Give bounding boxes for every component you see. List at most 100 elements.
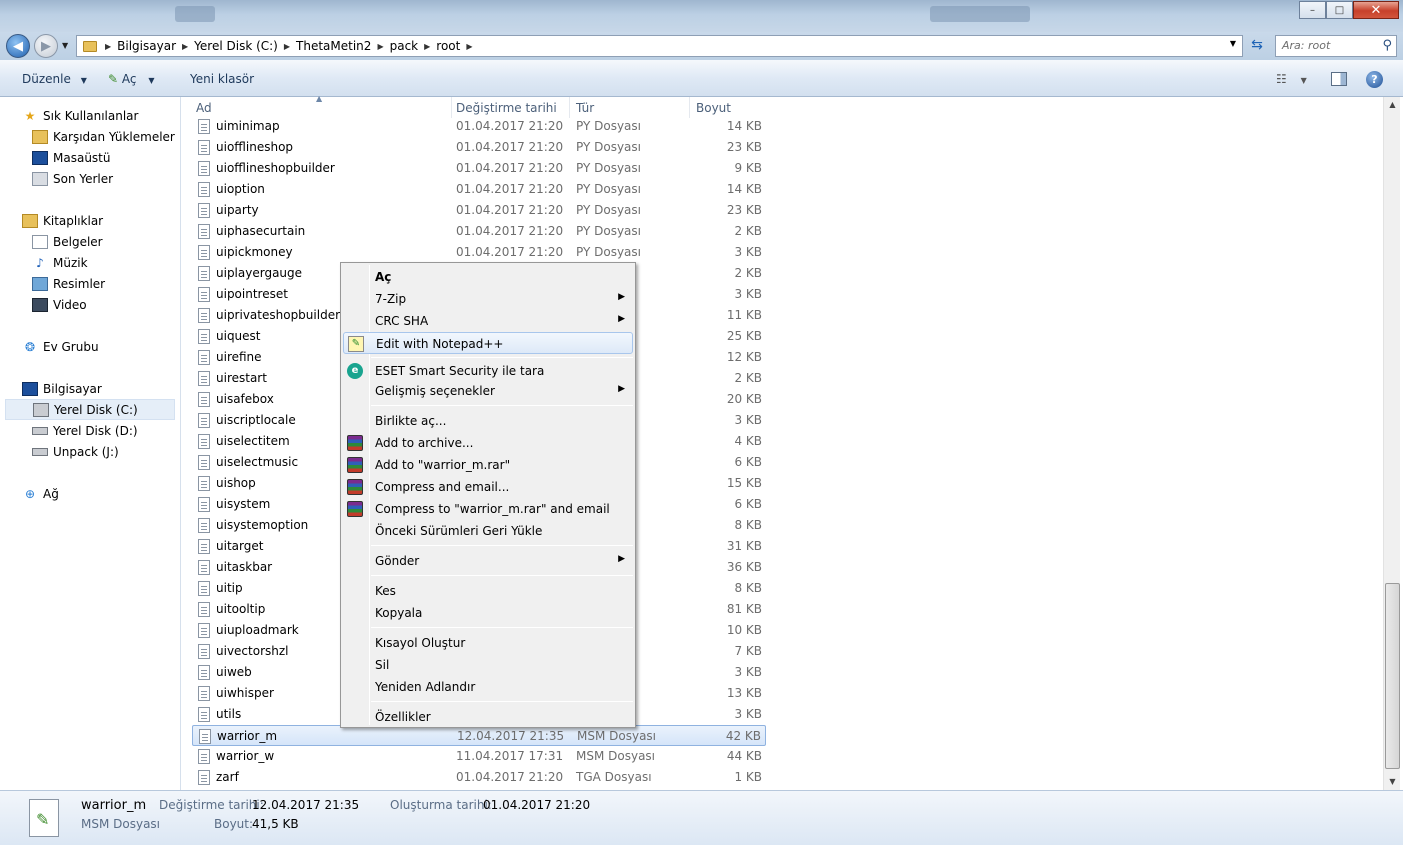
menu-item-advanced[interactable]: Gelişmiş seçenekler ▶ (343, 380, 633, 402)
file-size: 81 KB (726, 602, 762, 616)
chevron-right-icon[interactable]: ▶ (103, 42, 113, 51)
breadcrumb-thetametin2[interactable]: ThetaMetin2 (292, 39, 375, 53)
file-type: MSM Dosyası (577, 729, 657, 743)
view-options-button[interactable]: ☷ ▼ (1276, 72, 1307, 86)
search-icon[interactable]: ⚲ (1382, 38, 1392, 53)
table-row[interactable]: uipickmoney 01.04.2017 21:20 PY Dosyası 3 K… (192, 242, 766, 263)
organize-button[interactable]: Düzenle ▼ (22, 72, 87, 86)
notepad-icon: ✎ (108, 72, 119, 86)
maximize-button[interactable]: □ (1326, 1, 1353, 19)
details-created-label: Oluşturma tarihi: (390, 798, 492, 812)
table-row[interactable]: zarf 01.04.2017 21:20 TGA Dosyası 1 KB (192, 767, 766, 788)
breadcrumb-pack[interactable]: pack (386, 39, 423, 53)
file-icon (198, 770, 210, 785)
file-size: 44 KB (726, 749, 762, 763)
back-button[interactable]: ◀ (6, 34, 30, 58)
nav-drive-c[interactable]: Yerel Disk (C:) (5, 399, 175, 420)
menu-item-properties[interactable]: Özellikler (343, 706, 633, 728)
file-name: uiparty (216, 203, 259, 217)
scrollbar-thumb[interactable] (1385, 583, 1400, 769)
help-icon[interactable]: ? (1366, 71, 1383, 88)
new-folder-button[interactable]: Yeni klasör (190, 72, 254, 86)
breadcrumb-computer[interactable]: Bilgisayar (113, 39, 180, 53)
menu-item-create-shortcut[interactable]: Kısayol Oluştur (343, 632, 633, 654)
menu-item-7zip[interactable]: 7-Zip ▶ (343, 288, 633, 310)
address-dropdown-icon[interactable]: ▼ (1230, 39, 1236, 48)
menu-item-edit-notepad[interactable]: ✎ Edit with Notepad++ (343, 332, 633, 354)
column-header-type[interactable]: Tür (570, 97, 690, 118)
scroll-up-icon[interactable]: ▲ (1384, 97, 1401, 113)
file-icon (198, 329, 210, 344)
file-size: 13 KB (726, 686, 762, 700)
table-row[interactable]: uiparty 01.04.2017 21:20 PY Dosyası 23 KB (192, 200, 766, 221)
file-size: 23 KB (726, 203, 762, 217)
eset-icon: e (347, 363, 363, 379)
table-row[interactable]: warrior_m 12.04.2017 21:35 MSM Dosyası 42 K… (192, 725, 766, 746)
breadcrumb-root[interactable]: root (432, 39, 464, 53)
file-icon (198, 560, 210, 575)
search-input[interactable]: Ara: root ⚲ (1275, 35, 1397, 57)
nav-label: Masaüstü (53, 150, 111, 165)
menu-label: Kes (375, 584, 396, 598)
menu-item-open-with[interactable]: Birlikte aç... (343, 410, 633, 432)
file-size: 10 KB (726, 623, 762, 637)
address-bar[interactable]: ▶ Bilgisayar ▶ Yerel Disk (C:) ▶ ThetaMe… (76, 35, 1243, 57)
winrar-icon (347, 501, 363, 517)
file-icon (198, 119, 210, 134)
file-icon (198, 203, 210, 218)
file-size: 2 KB (734, 224, 762, 238)
column-header-date[interactable]: Değiştirme tarihi (450, 97, 570, 118)
chevron-down-icon: ▼ (148, 76, 155, 85)
nav-homegroup[interactable]: ❂ Ev Grubu (22, 336, 203, 357)
column-header-name[interactable]: Ad ▲ (190, 94, 452, 118)
nav-network[interactable]: ⊕ Ağ (22, 483, 203, 504)
chevron-right-icon[interactable]: ▶ (422, 42, 432, 51)
nav-label: Ağ (43, 486, 59, 501)
search-placeholder: Ara: root (1282, 39, 1331, 52)
menu-item-cut[interactable]: Kes (343, 580, 633, 602)
history-dropdown-icon[interactable]: ▼ (62, 41, 68, 50)
menu-item-restore-versions[interactable]: Önceki Sürümleri Geri Yükle (343, 520, 633, 542)
file-name: uisystem (216, 497, 271, 511)
minimize-button[interactable]: – (1299, 1, 1326, 19)
table-row[interactable]: uiofflineshop 01.04.2017 21:20 PY Dosyası 2… (192, 137, 766, 158)
menu-item-add-rar[interactable]: Add to "warrior_m.rar" (343, 454, 633, 476)
menu-item-compress-email[interactable]: Compress and email... (343, 476, 633, 498)
table-row[interactable]: uioption 01.04.2017 21:20 PY Dosyası 14 KB (192, 179, 766, 200)
chevron-right-icon[interactable]: ▶ (180, 42, 190, 51)
scroll-down-icon[interactable]: ▼ (1384, 774, 1401, 790)
table-row[interactable]: uiphasecurtain 01.04.2017 21:20 PY Dosyası… (192, 221, 766, 242)
forward-button[interactable]: ▶ (34, 34, 58, 58)
menu-item-copy[interactable]: Kopyala (343, 602, 633, 624)
chevron-right-icon[interactable]: ▶ (375, 42, 385, 51)
close-button[interactable]: ✕ (1353, 1, 1399, 19)
menu-item-rename[interactable]: Yeniden Adlandır (343, 676, 633, 698)
nav-libraries[interactable]: Kitaplıklar (22, 210, 203, 231)
nav-computer[interactable]: Bilgisayar (22, 378, 203, 399)
menu-item-delete[interactable]: Sil (343, 654, 633, 676)
preview-pane-icon[interactable] (1331, 72, 1347, 86)
menu-item-crc-sha[interactable]: CRC SHA ▶ (343, 310, 633, 332)
refresh-icon[interactable]: ⇆ (1246, 37, 1268, 57)
chevron-right-icon[interactable]: ▶ (464, 42, 474, 51)
table-row[interactable]: warrior_w 11.04.2017 17:31 MSM Dosyası 44 K… (192, 746, 766, 767)
menu-item-open[interactable]: Aç (343, 266, 633, 288)
nav-label: Belgeler (53, 234, 103, 249)
breadcrumb-drive-c[interactable]: Yerel Disk (C:) (190, 39, 282, 53)
vertical-scrollbar[interactable]: ▲ ▼ (1383, 97, 1400, 790)
column-label: Ad (196, 101, 212, 115)
nav-favorites[interactable]: ★ Sık Kullanılanlar (22, 105, 203, 126)
file-name: zarf (216, 770, 239, 784)
menu-item-send-to[interactable]: Gönder ▶ (343, 550, 633, 572)
chevron-right-icon[interactable]: ▶ (282, 42, 292, 51)
menu-item-compress-rar-email[interactable]: Compress to "warrior_m.rar" and email (343, 498, 633, 520)
file-type: PY Dosyası (576, 140, 641, 154)
table-row[interactable]: uiminimap 01.04.2017 21:20 PY Dosyası 14 KB (192, 116, 766, 137)
table-row[interactable]: uiofflineshopbuilder 01.04.2017 21:20 PY D… (192, 158, 766, 179)
open-button[interactable]: ✎ Aç ▼ (108, 72, 154, 86)
file-size: 23 KB (726, 140, 762, 154)
menu-item-add-archive[interactable]: Add to archive... (343, 432, 633, 454)
menu-item-eset-scan[interactable]: e ESET Smart Security ile tara (343, 360, 633, 382)
column-header-size[interactable]: Boyut (690, 97, 766, 118)
submenu-arrow-icon: ▶ (618, 384, 625, 394)
